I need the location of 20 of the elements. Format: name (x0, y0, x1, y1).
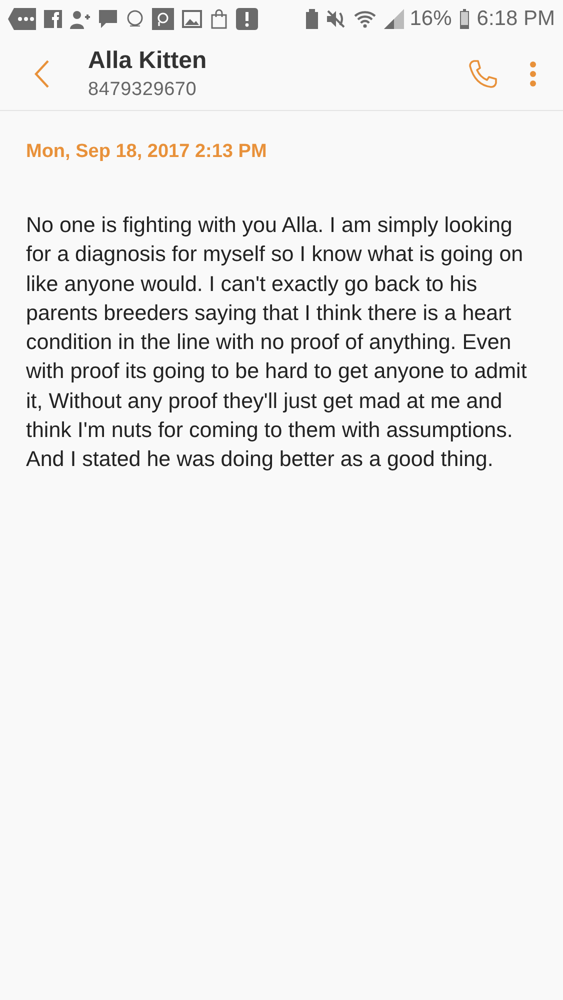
app-icon (152, 8, 174, 30)
facebook-icon (44, 10, 62, 28)
image-icon (182, 10, 202, 28)
phone-icon[interactable] (467, 58, 499, 90)
more-icon (8, 8, 36, 30)
bag-icon (210, 9, 228, 29)
clock: 6:18 PM (476, 7, 555, 31)
chat-icon (98, 9, 118, 29)
contact-name: Alla Kitten (88, 47, 208, 75)
more-options-icon[interactable] (529, 61, 537, 87)
wifi-icon (354, 10, 376, 28)
battery-icon (460, 9, 469, 29)
message-text: No one is fighting with you Alla. I am simply looking for a diagnosis for myself so I know what is going on like anyone would. I can't exactly go back to his parents breeders saying that I think there is a heart condition in the line with no proof of anything. Even with proof its going to be hard to get anyone to admit it, Without any proof they'll just get mad at me and think I'm nuts for coming to them with assumptions. And I stated he was doing better as a good thing. (26, 212, 528, 474)
phone-number: 8479329670 (88, 79, 198, 101)
message-date: Mon, Sep 18, 2017 2:13 PM (26, 141, 268, 163)
mute-icon (326, 9, 346, 29)
signal-icon (384, 9, 404, 29)
alert-icon (236, 8, 258, 30)
battery-percentage: 16% (410, 7, 452, 31)
add-person-icon (70, 9, 90, 29)
